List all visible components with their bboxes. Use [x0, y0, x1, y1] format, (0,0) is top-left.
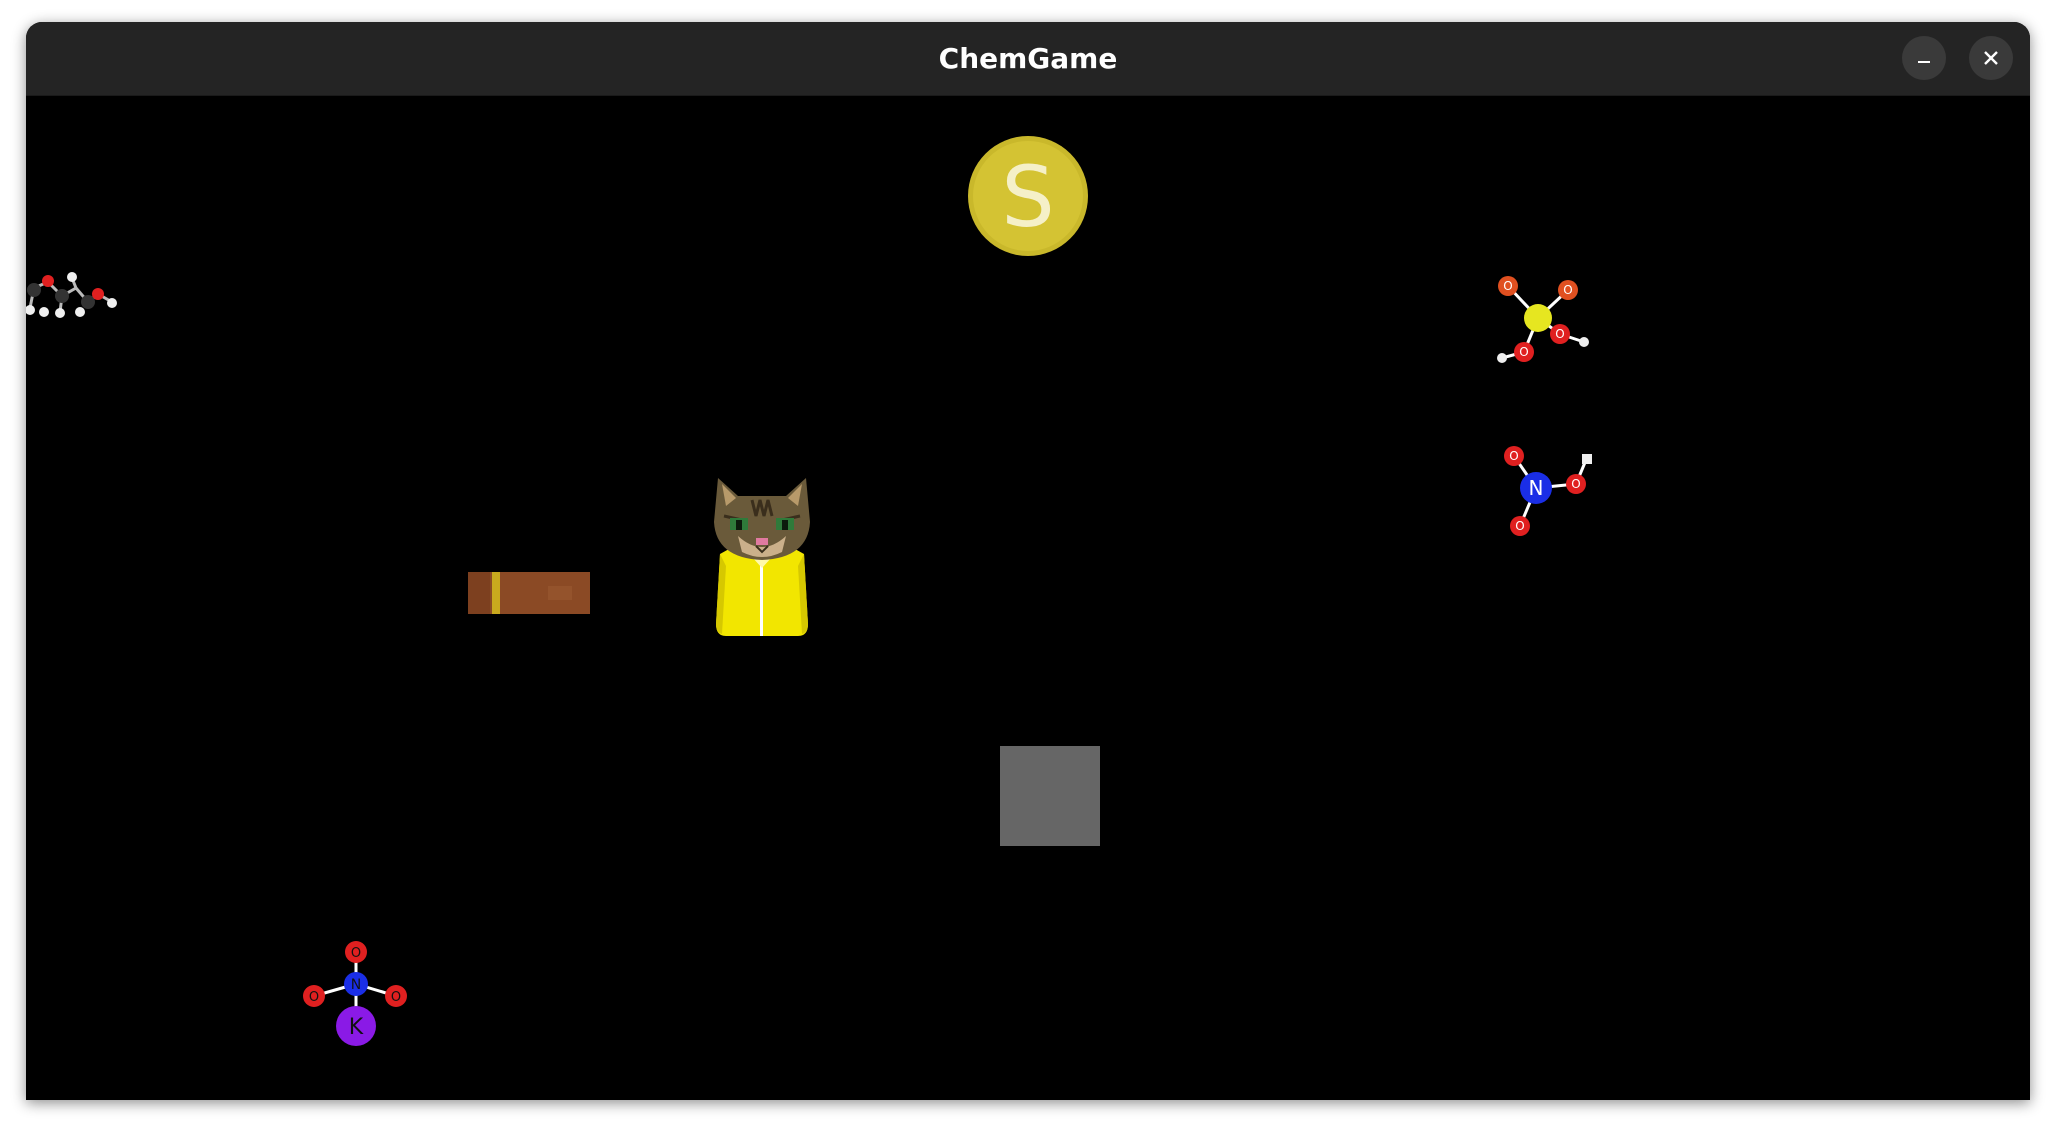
coin-label: S: [1001, 148, 1054, 246]
window-title: ChemGame: [938, 42, 1118, 75]
platform: [468, 572, 590, 614]
molecule-potassium-nitrate: N O O O K: [303, 941, 407, 1046]
game-canvas[interactable]: S O O O O N O O O N O O O K: [26, 96, 2030, 1100]
atom-label: N: [351, 977, 361, 993]
atom-label: O: [1509, 449, 1518, 463]
close-button[interactable]: [1969, 36, 2013, 80]
close-icon: [1984, 51, 1998, 65]
atom-label: O: [309, 990, 319, 1005]
minimize-icon: [1918, 61, 1930, 63]
atom-label: K: [349, 1015, 364, 1040]
player-cat[interactable]: [712, 476, 812, 636]
atom-label: O: [1519, 345, 1528, 359]
coin-s: S: [968, 136, 1088, 256]
molecule-propylene-glycol: [26, 272, 117, 318]
atom-label: N: [1529, 476, 1544, 500]
minimize-button[interactable]: [1902, 36, 1946, 80]
atom-label: O: [1555, 327, 1564, 341]
atom-label: O: [1503, 279, 1512, 293]
atom-label: O: [351, 946, 361, 961]
app-window: ChemGame S O O O O N O O O N O O O K: [26, 22, 2030, 1100]
gray-block: [1000, 746, 1100, 846]
atom-label: O: [1515, 519, 1524, 533]
title-bar[interactable]: ChemGame: [26, 22, 2030, 96]
molecule-sulfuric-acid: O O O O: [1497, 276, 1589, 363]
atom-label: O: [1563, 283, 1572, 297]
atom-label: O: [1571, 477, 1580, 491]
atom-label: O: [391, 990, 401, 1005]
molecule-nitric-acid: N O O O: [1504, 446, 1592, 536]
